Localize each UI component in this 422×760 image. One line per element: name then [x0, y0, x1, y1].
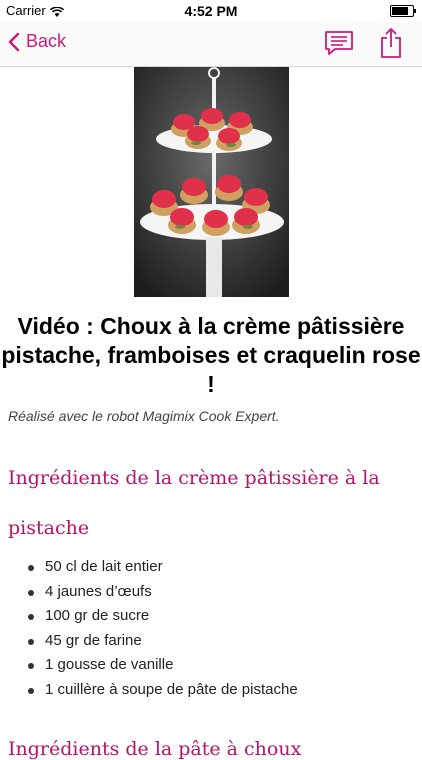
back-button[interactable]: Back	[8, 31, 66, 52]
ingredient-item: 4 jaunes d’œufs	[0, 580, 422, 605]
section-heading-cream: Ingrédients de la crème pâtissière à la	[8, 467, 380, 489]
battery-level	[392, 7, 409, 15]
share-icon	[381, 28, 401, 58]
back-button-label: Back	[26, 31, 67, 51]
navigation-bar: Back	[0, 22, 422, 67]
ingredient-item: 45 gr de farine	[0, 629, 422, 654]
recipe-photo	[134, 67, 289, 297]
ingredient-item: 50 cl de lait entier	[0, 555, 422, 580]
comment-button[interactable]	[324, 30, 354, 61]
article-caption: Réalisé avec le robot Magimix Cook Exper…	[8, 408, 280, 424]
share-button[interactable]	[379, 27, 403, 64]
battery-icon	[390, 5, 416, 17]
ingredient-item: 1 gousse de vanille	[0, 653, 422, 678]
article-title: Vidéo : Choux à la crème pâtissière pist…	[1, 313, 421, 397]
comment-icon	[325, 31, 353, 55]
status-bar: Carrier 4:52 PM	[0, 0, 422, 22]
status-time: 4:52 PM	[184, 3, 238, 19]
ingredient-item: 100 gr de sucre	[0, 604, 422, 629]
chevron-left-icon	[8, 32, 20, 51]
section-heading-choux: Ingrédients de la pâte à choux	[8, 738, 302, 760]
ingredient-item: 1 cuillère à soupe de pâte de pistache	[0, 678, 422, 703]
ingredients-list: 50 cl de lait entier 4 jaunes d’œufs 100 g…	[0, 555, 422, 702]
section-heading-cream-continued: pistache	[8, 517, 90, 539]
